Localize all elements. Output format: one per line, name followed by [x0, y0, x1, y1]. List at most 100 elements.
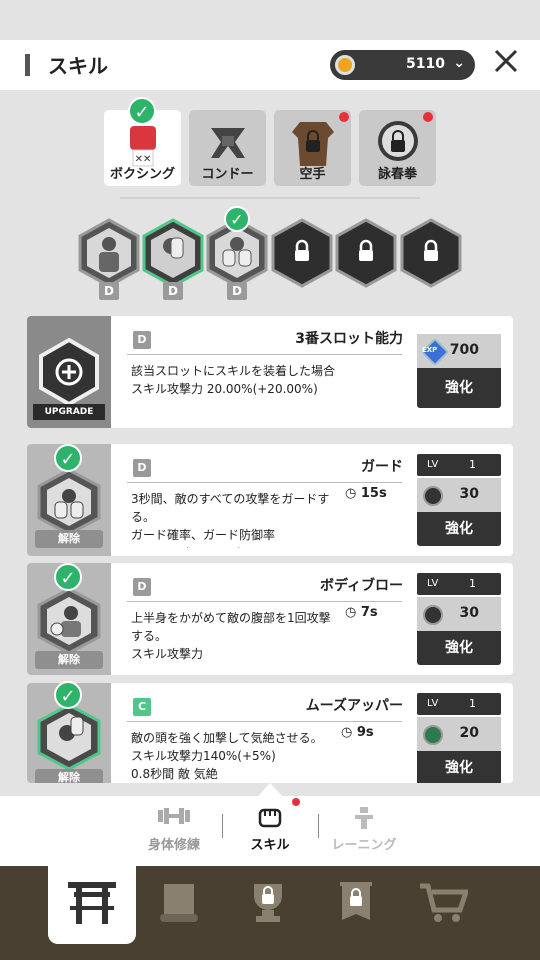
level-bar: LV 1: [417, 693, 501, 715]
coin-icon: [335, 55, 355, 75]
exp-icon-label: EXP: [422, 346, 438, 354]
medal-icon: [423, 486, 443, 506]
subnav-label: レーニング: [331, 838, 397, 853]
enhance-button[interactable]: 強化: [417, 368, 501, 408]
check-icon: ✓: [54, 563, 82, 591]
skill-slot-2[interactable]: D: [141, 218, 205, 300]
clock-icon: ◷: [345, 486, 357, 501]
bodyblow-skill-icon: [37, 587, 101, 655]
check-icon: ✓: [54, 681, 82, 709]
skill-card-uppercut[interactable]: 解除 C ムーズアッパー 敵の頭を強く加撃して気絶させる。 スキル攻撃力140%…: [27, 683, 513, 783]
divider: [127, 601, 402, 602]
cooldown-value: 7s: [360, 605, 378, 620]
coin-balance[interactable]: 5110 ⌄: [330, 50, 475, 80]
nav-shop[interactable]: [400, 866, 488, 944]
release-button[interactable]: 解除: [35, 769, 103, 783]
level-bar: LV 1: [417, 454, 501, 476]
subnav-item-dummy[interactable]: レーニング: [314, 806, 414, 853]
tab-label: ボクシング: [109, 167, 175, 182]
tab-divider: [120, 197, 420, 199]
dumbbell-icon: [124, 806, 224, 834]
nav-dojo[interactable]: [48, 864, 136, 944]
lock-icon: [295, 250, 309, 261]
upgrade-label: UPGRADE: [33, 404, 105, 420]
skill-slot-1[interactable]: D: [77, 218, 141, 300]
close-icon: [494, 49, 518, 73]
tab-label: 空手: [299, 167, 326, 182]
subnav-item-training[interactable]: 身体修練: [124, 806, 224, 853]
bottom-navigation: [0, 864, 540, 960]
cart-icon: [420, 883, 468, 922]
cooldown: ◷ 7s: [345, 605, 378, 620]
nav-banner[interactable]: [312, 866, 400, 944]
skill-description: 3秒間、敵のすべての攻撃をガードする。 ガード確率、ガード防御率 100.00%…: [131, 492, 330, 548]
divider: [127, 482, 402, 483]
tab-label: コンドー: [201, 167, 254, 182]
cooldown-value: 9s: [356, 725, 374, 740]
locked-slot[interactable]: [270, 218, 334, 288]
upgrade-plus-icon: [39, 337, 99, 407]
check-icon: ✓: [128, 97, 156, 125]
skill-name: ボディブロー: [319, 578, 403, 594]
grade-badge: D: [133, 578, 151, 596]
skill-card-bodyblow[interactable]: 解除 D ボディブロー 上半身をかがめて敵の腹部を1回攻撃する。 スキル攻撃力 …: [27, 563, 513, 675]
notification-badge: [292, 798, 300, 806]
clock-icon: ◷: [345, 605, 357, 620]
release-button[interactable]: 解除: [35, 530, 103, 548]
cost-value: 20: [459, 725, 479, 741]
guard-skill-icon: [37, 468, 101, 536]
upgrade-panel: UPGRADE: [27, 316, 111, 428]
cost-value: 30: [459, 605, 479, 621]
level-label: LV: [427, 578, 439, 589]
yinyang-lock-icon: [375, 118, 421, 168]
subnav-item-skill[interactable]: スキル: [220, 806, 320, 853]
medal-icon: [423, 605, 443, 625]
exp-cost: EXP 700: [417, 334, 501, 368]
level-label: LV: [427, 459, 439, 470]
page-title: スキル: [48, 54, 108, 78]
enhance-cost: 30: [417, 478, 501, 512]
trophy-lock-icon: [254, 884, 282, 922]
training-dummy-icon: [314, 806, 414, 834]
locked-slot[interactable]: [334, 218, 398, 288]
grade-badge: D: [99, 282, 119, 300]
grade-badge: D: [133, 331, 151, 349]
belt-icon: [205, 118, 251, 168]
skill-description: 上半身をかがめて敵の腹部を1回攻撃する。 スキル攻撃力 110%(+3%): [131, 611, 331, 661]
tab-karate[interactable]: 空手: [274, 110, 351, 186]
lock-icon: [424, 250, 438, 261]
clock-icon: ◷: [341, 725, 353, 740]
skill-name: ガード: [361, 459, 403, 475]
subnav-label: 身体修練: [147, 838, 200, 853]
exp-cost-value: 700: [449, 342, 479, 358]
enhance-cost: 30: [417, 597, 501, 631]
grade-badge: C: [133, 698, 151, 716]
divider: [127, 721, 402, 722]
sub-navigation: 身体修練 スキル レーニング: [0, 796, 540, 866]
cost-value: 30: [459, 486, 479, 502]
cooldown: ◷ 15s: [345, 486, 387, 501]
release-button[interactable]: 解除: [35, 651, 103, 669]
tab-wingchun[interactable]: 詠春拳: [359, 110, 436, 186]
locked-slot[interactable]: [399, 218, 463, 288]
close-button[interactable]: [490, 48, 522, 80]
fist-icon: [220, 806, 320, 834]
enhance-button[interactable]: 強化: [417, 512, 501, 546]
cooldown: ◷ 9s: [341, 725, 374, 740]
skill-card-guard[interactable]: 解除 D ガード 3秒間、敵のすべての攻撃をガードする。 ガード確率、ガード防御…: [27, 444, 513, 556]
nav-trophy[interactable]: [224, 866, 312, 944]
enhance-cost: 20: [417, 717, 501, 751]
enhance-button[interactable]: 強化: [417, 631, 501, 665]
grade-badge: D: [163, 282, 183, 300]
divider: [127, 354, 402, 355]
nav-scroll[interactable]: [136, 866, 224, 944]
top-strip: [0, 0, 540, 40]
title-marker: [25, 54, 30, 76]
header-bar: スキル 5110 ⌄: [0, 40, 540, 90]
grade-badge: D: [227, 282, 247, 300]
tab-kondo[interactable]: コンドー: [189, 110, 266, 186]
coin-value: 5110: [406, 56, 445, 72]
enhance-button[interactable]: 強化: [417, 751, 501, 783]
subnav-notch: [258, 783, 282, 796]
level-value: 1: [469, 458, 476, 471]
